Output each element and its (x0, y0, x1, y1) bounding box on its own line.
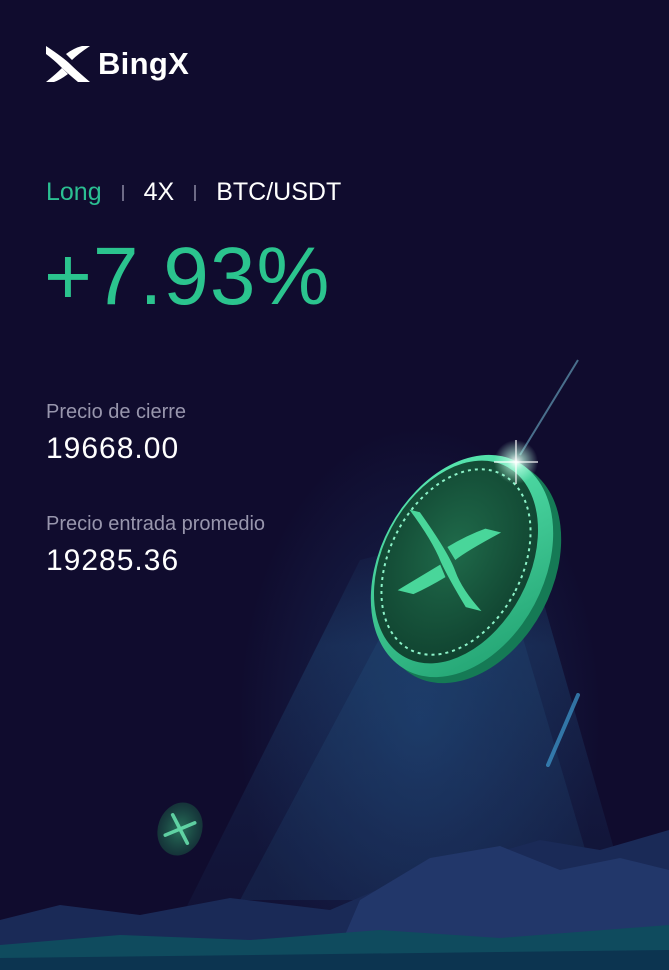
trade-direction: Long (46, 178, 102, 206)
separator (194, 184, 197, 201)
brand-name: BingX (98, 46, 190, 81)
pnl-percent: +7.93% (44, 231, 331, 322)
small-coin-icon (157, 802, 203, 856)
trade-info-row: Long 4X BTC/USDT (46, 178, 341, 207)
share-card: BingX Long 4X BTC/USDT +7.93% Precio de … (0, 0, 669, 970)
avg-entry-value: 19285.36 (46, 544, 180, 577)
coin-illustration (0, 359, 669, 970)
trade-pair: BTC/USDT (216, 178, 342, 206)
avg-entry-label: Precio entrada promedio (46, 513, 266, 535)
separator (121, 184, 124, 201)
trade-leverage: 4X (143, 178, 175, 206)
brand-logo: BingX (44, 44, 189, 84)
bingx-logo-icon (46, 46, 90, 82)
close-price-label: Precio de cierre (46, 401, 187, 423)
close-price-value: 19668.00 (46, 432, 180, 465)
